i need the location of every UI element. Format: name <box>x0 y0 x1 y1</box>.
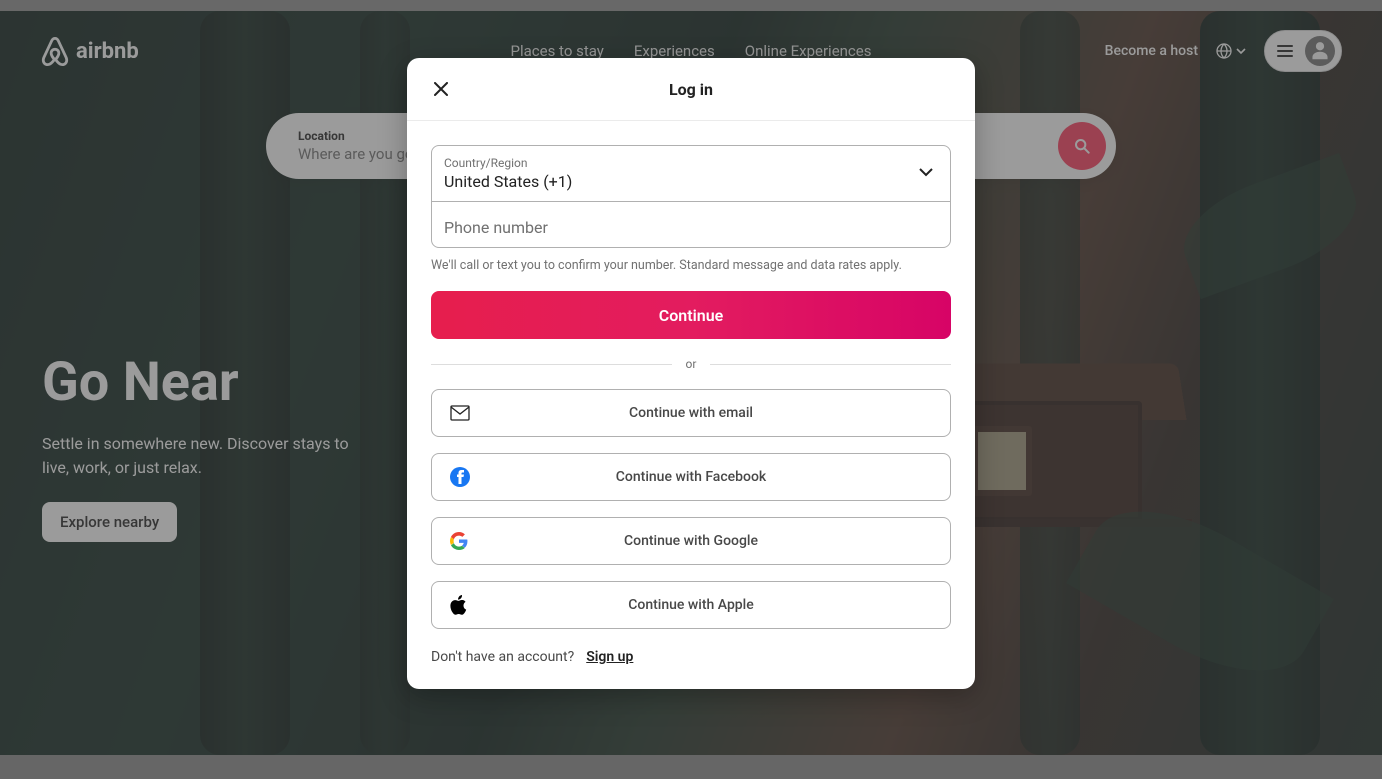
no-account-text: Don't have an account? <box>431 649 574 665</box>
continue-facebook-button[interactable]: Continue with Facebook <box>431 453 951 501</box>
signup-link[interactable]: Sign up <box>586 649 633 665</box>
continue-email-label: Continue with email <box>629 405 753 421</box>
signup-line: Don't have an account? Sign up <box>431 649 951 665</box>
modal-header: Log in <box>407 58 975 121</box>
continue-google-button[interactable]: Continue with Google <box>431 517 951 565</box>
country-select[interactable]: Country/Region United States (+1) <box>432 146 950 201</box>
facebook-icon <box>450 467 470 487</box>
email-icon <box>450 405 470 421</box>
modal-title: Log in <box>669 80 713 99</box>
continue-button[interactable]: Continue <box>431 291 951 339</box>
phone-field-group: Country/Region United States (+1) <box>431 145 951 248</box>
phone-field[interactable] <box>432 201 950 247</box>
continue-apple-button[interactable]: Continue with Apple <box>431 581 951 629</box>
or-divider: or <box>431 357 951 371</box>
continue-google-label: Continue with Google <box>624 533 758 549</box>
phone-input[interactable] <box>444 212 938 237</box>
continue-facebook-label: Continue with Facebook <box>616 469 766 485</box>
country-value: United States (+1) <box>444 172 938 191</box>
continue-email-button[interactable]: Continue with email <box>431 389 951 437</box>
chevron-down-icon <box>918 164 934 184</box>
close-icon <box>434 82 448 96</box>
close-button[interactable] <box>425 73 457 105</box>
login-modal: Log in Country/Region United States (+1)… <box>407 58 975 689</box>
country-label: Country/Region <box>444 156 938 170</box>
continue-apple-label: Continue with Apple <box>628 597 754 613</box>
apple-icon <box>450 595 468 615</box>
phone-helper-text: We'll call or text you to confirm your n… <box>431 258 951 273</box>
google-icon <box>450 532 468 550</box>
